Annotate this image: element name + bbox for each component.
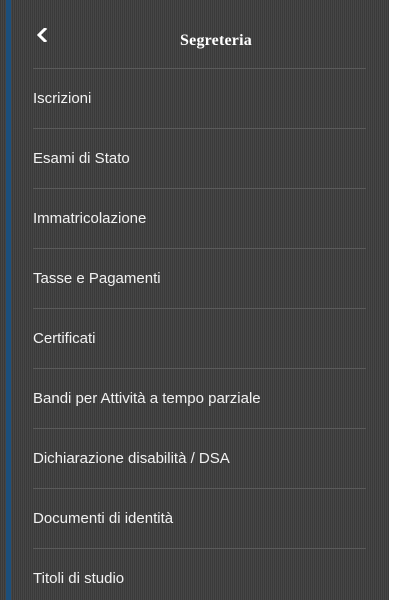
menu-item-certificati[interactable]: Certificati	[11, 309, 389, 369]
menu-item-label: Iscrizioni	[33, 90, 92, 107]
side-menu-panel: Segreteria Iscrizioni Esami di Stato Imm…	[0, 0, 389, 600]
menu-item-iscrizioni[interactable]: Iscrizioni	[11, 69, 389, 129]
page-title: Segreteria	[180, 32, 252, 49]
menu-item-dichiarazione-disabilita-dsa[interactable]: Dichiarazione disabilità / DSA	[11, 429, 389, 489]
menu-item-label: Titoli di studio	[33, 570, 125, 587]
menu-item-label: Tasse e Pagamenti	[33, 270, 161, 287]
menu-list: Iscrizioni Esami di Stato Immatricolazio…	[11, 69, 389, 609]
menu-header: Segreteria	[11, 0, 389, 68]
menu-item-label: Bandi per Attività a tempo parziale	[33, 390, 261, 407]
menu-item-documenti-di-identita[interactable]: Documenti di identità	[11, 489, 389, 549]
menu-item-esami-di-stato[interactable]: Esami di Stato	[11, 129, 389, 189]
menu-item-label: Certificati	[33, 330, 96, 347]
menu-item-label: Esami di Stato	[33, 150, 130, 167]
menu-item-bandi-attivita-tempo-parziale[interactable]: Bandi per Attività a tempo parziale	[11, 369, 389, 429]
menu-item-tasse-e-pagamenti[interactable]: Tasse e Pagamenti	[11, 249, 389, 309]
menu-item-immatricolazione[interactable]: Immatricolazione	[11, 189, 389, 249]
menu-item-label: Documenti di identità	[33, 510, 174, 527]
menu-item-titoli-di-studio[interactable]: Titoli di studio	[11, 549, 389, 609]
menu-item-label: Dichiarazione disabilità / DSA	[33, 450, 230, 467]
menu-item-label: Immatricolazione	[33, 210, 147, 227]
